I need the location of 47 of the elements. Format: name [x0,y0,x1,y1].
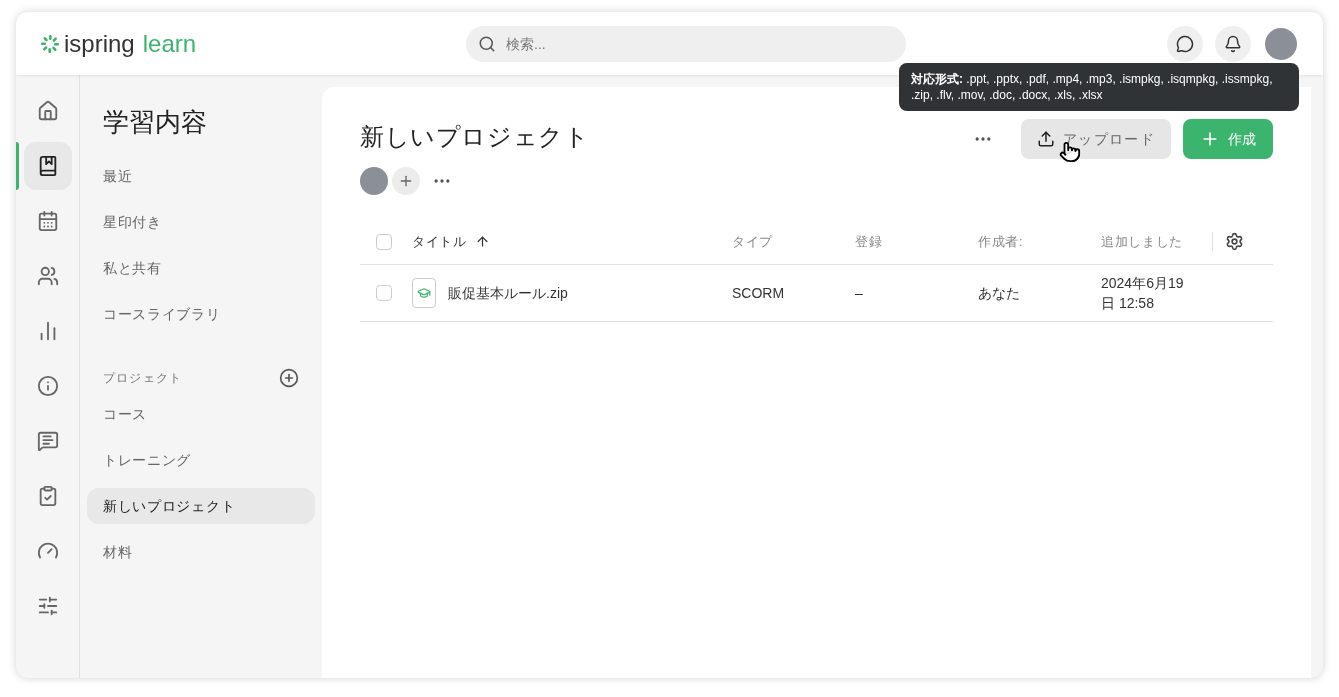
select-all-checkbox[interactable] [376,233,392,250]
chat-button[interactable] [1167,25,1203,62]
calendar-icon [36,210,59,232]
file-name[interactable]: 販促基本ルール.zip [448,283,568,303]
member-avatar[interactable] [360,167,388,195]
sidebar-item[interactable]: コースライブラリ [87,296,315,332]
row-checkbox[interactable] [376,285,392,301]
plus-icon [398,173,414,189]
notifications-button[interactable] [1215,25,1251,62]
bell-icon [1224,34,1242,53]
section-heading: プロジェクト [103,370,183,386]
table-cell-text: あなた [978,284,1021,303]
search-field[interactable]: 検索... [466,25,906,62]
sidebar-item[interactable]: 新しいプロジェクト [87,488,315,524]
sidebar-item[interactable]: トレーニング [87,442,315,478]
sidebar-item[interactable]: 最近 [87,158,315,194]
info-icon [36,375,59,397]
logo-icon [40,33,60,54]
sidebar-item[interactable]: 私と共有 [87,250,315,286]
table-cell-text: SCORM [732,284,786,303]
nav-button[interactable] [23,142,72,190]
sidebar-item[interactable]: 星印付き [87,204,315,240]
column-header[interactable]: タイトル [412,231,467,252]
page-title: 新しいプロジェクト [360,122,590,152]
file-icon [412,278,436,308]
message-icon [36,430,59,452]
tooltip: 対応形式: .ppt, .pptx, .pdf, .mp4, .mp3, .ismpkg, .isqmpkg, .issmpkg, .zip, .flv, .mov, .doc, .docx, .xls, .xlsx [899,63,1299,111]
logo[interactable]: ispring learn [40,27,466,60]
column-header[interactable]: 追加しました [1101,231,1213,252]
add-project-icon[interactable] [279,368,299,388]
column-header[interactable]: 登録 [855,231,978,252]
active-indicator [16,142,19,190]
search-icon [478,34,496,53]
home-icon [36,100,59,122]
column-header[interactable]: タイプ [732,231,855,252]
sidebar-title: 学習内容 [102,106,208,139]
table-cell-text: 2024年6月19日 12:58 [1101,274,1185,313]
table-cell-text: – [855,284,864,303]
column-header[interactable]: 作成者: [978,231,1101,252]
add-member-button[interactable] [392,167,420,195]
sidebar-item[interactable]: 材料 [87,534,315,570]
users-icon [36,265,59,287]
chat-icon [1176,34,1194,53]
upload-icon [1036,130,1055,148]
settings-icon[interactable] [1225,232,1244,251]
sidebar-item[interactable]: コース [87,396,315,432]
sliders-icon [36,595,59,617]
